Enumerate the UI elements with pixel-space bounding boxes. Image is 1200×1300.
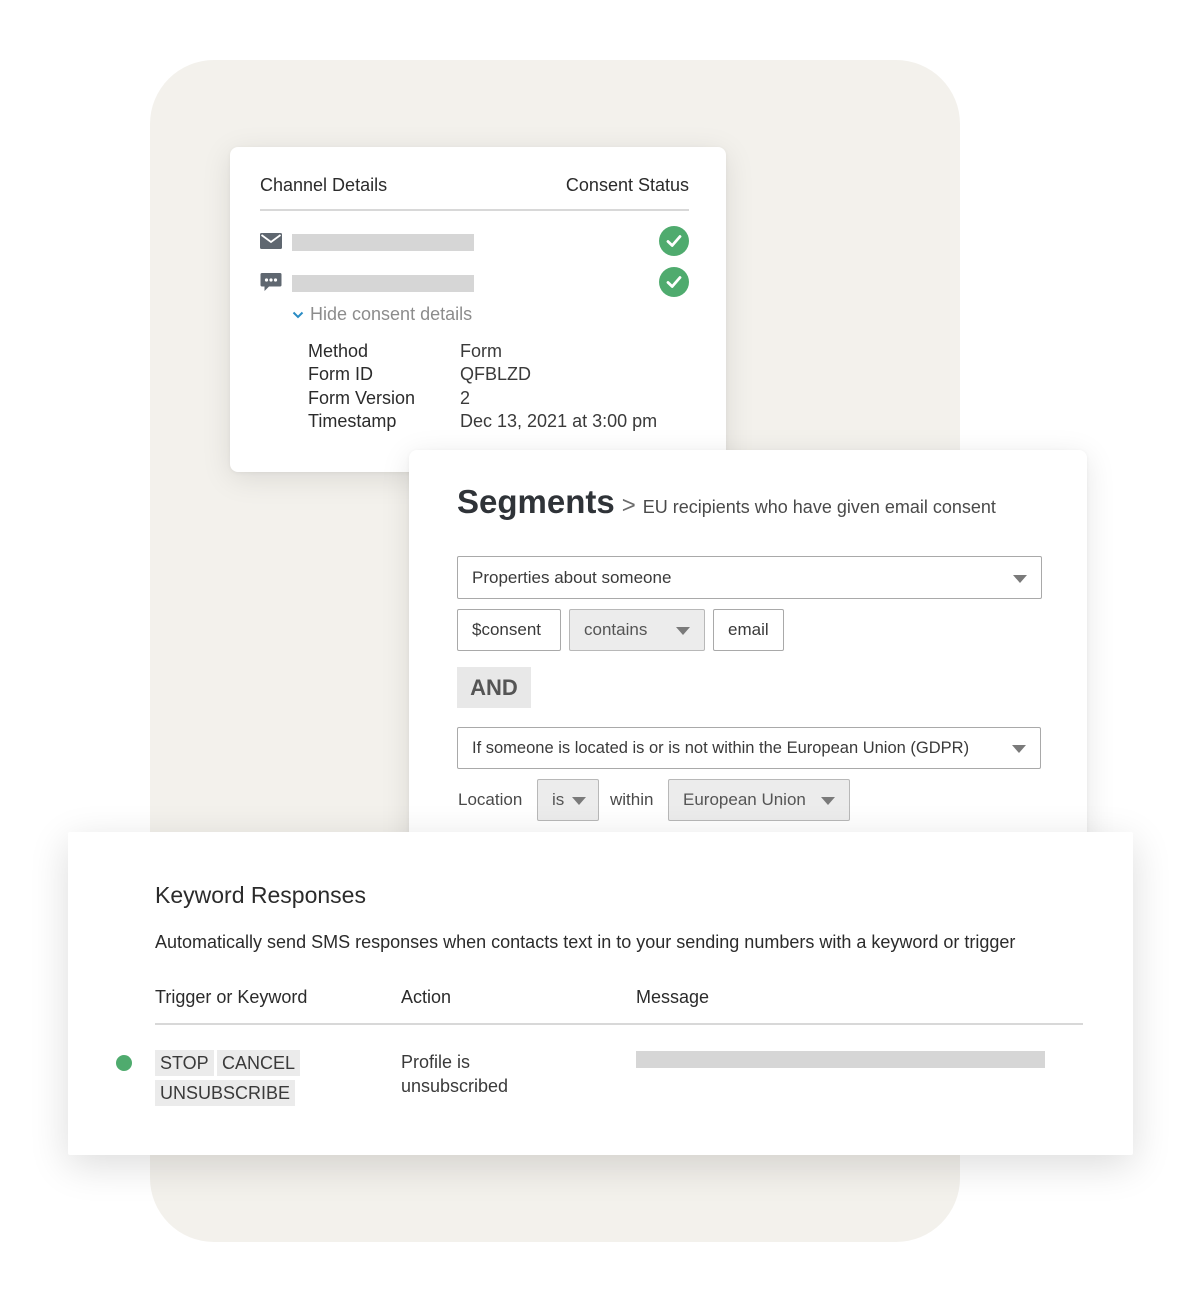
channel-row-sms bbox=[260, 267, 689, 297]
channel-details-card: Channel Details Consent Status Hide cons… bbox=[230, 147, 726, 472]
consent-status-heading: Consent Status bbox=[565, 175, 689, 195]
keyword-tag[interactable]: CANCEL bbox=[217, 1050, 301, 1076]
check-circle-icon bbox=[659, 267, 689, 297]
segments-breadcrumb: Segments > EU recipients who have given … bbox=[457, 483, 996, 521]
consent-detail-row: Form ID QFBLZD bbox=[308, 363, 657, 386]
consent-detail-row: Form Version 2 bbox=[308, 387, 657, 410]
operator-value: contains bbox=[584, 620, 648, 639]
column-header-action: Action bbox=[401, 987, 452, 1007]
chevron-down-icon bbox=[292, 311, 304, 318]
caret-down-icon bbox=[1012, 745, 1026, 753]
segment-name: EU recipients who have given email conse… bbox=[642, 497, 996, 517]
keyword-table-header: Trigger or Keyword Action Message bbox=[155, 987, 1083, 1025]
segments-card: Segments > EU recipients who have given … bbox=[409, 450, 1087, 858]
location-label: Location bbox=[458, 790, 523, 809]
consent-detail-value: Dec 13, 2021 at 3:00 pm bbox=[460, 410, 658, 431]
chat-bubble-icon bbox=[260, 273, 282, 291]
column-header-message: Message bbox=[636, 987, 710, 1007]
value-text: email bbox=[728, 620, 769, 639]
caret-down-icon bbox=[821, 797, 835, 805]
keyword-tag[interactable]: UNSUBSCRIBE bbox=[155, 1080, 296, 1106]
location-operator-value: is bbox=[552, 790, 565, 809]
consent-detail-label: Method bbox=[308, 341, 369, 361]
consent-detail-label: Timestamp bbox=[308, 410, 397, 431]
caret-down-icon bbox=[1013, 575, 1027, 583]
consent-detail-label: Form ID bbox=[308, 364, 373, 385]
channel-details-heading: Channel Details bbox=[260, 175, 388, 195]
keyword-responses-card: Keyword Responses Automatically send SMS… bbox=[68, 832, 1133, 1155]
channel-value-placeholder bbox=[292, 275, 474, 292]
value-field[interactable]: email bbox=[713, 609, 784, 651]
breadcrumb-separator: > bbox=[621, 492, 636, 519]
caret-down-icon bbox=[572, 797, 586, 805]
keyword-tag[interactable]: STOP bbox=[155, 1050, 214, 1076]
property-field[interactable]: $consent bbox=[457, 609, 561, 651]
channel-table-header: Channel Details Consent Status bbox=[260, 175, 689, 211]
active-status-dot bbox=[116, 1055, 132, 1071]
consent-detail-value: Form bbox=[460, 341, 502, 361]
consent-detail-row: Method Form bbox=[308, 340, 657, 363]
region-select[interactable]: European Union bbox=[668, 779, 850, 821]
channel-row-email bbox=[260, 226, 689, 256]
keyword-action: Profile is unsubscribed bbox=[401, 1052, 509, 1096]
consent-detail-row: Timestamp Dec 13, 2021 at 3:00 pm bbox=[308, 410, 657, 433]
check-circle-icon bbox=[659, 226, 689, 256]
condition-type-value: Properties about someone bbox=[472, 567, 672, 587]
location-operator-select[interactable]: is bbox=[537, 779, 599, 821]
consent-detail-value: QFBLZD bbox=[460, 364, 532, 385]
message-placeholder bbox=[636, 1051, 1045, 1068]
segments-title[interactable]: Segments bbox=[457, 483, 615, 521]
and-operator-badge[interactable]: AND bbox=[457, 667, 531, 708]
operator-select[interactable]: contains bbox=[569, 609, 705, 651]
caret-down-icon bbox=[676, 627, 690, 635]
consent-detail-label: Form Version bbox=[308, 387, 416, 408]
hide-consent-details-label: Hide consent details bbox=[310, 304, 473, 324]
gdpr-condition-select[interactable]: If someone is located is or is not withi… bbox=[457, 727, 1041, 769]
hide-consent-details-link[interactable]: Hide consent details bbox=[292, 304, 472, 325]
property-value: $consent bbox=[472, 620, 541, 639]
consent-details-table: Method Form Form ID QFBLZD Form Version … bbox=[308, 340, 657, 433]
envelope-icon bbox=[260, 233, 282, 249]
gdpr-condition-value: If someone is located is or is not withi… bbox=[472, 738, 970, 757]
keyword-responses-title: Keyword Responses bbox=[155, 882, 366, 908]
condition-type-select[interactable]: Properties about someone bbox=[457, 556, 1042, 599]
keyword-responses-description: Automatically send SMS responses when co… bbox=[155, 932, 1016, 952]
consent-detail-value: 2 bbox=[460, 387, 471, 408]
channel-value-placeholder bbox=[292, 234, 474, 251]
column-header-trigger: Trigger or Keyword bbox=[155, 987, 308, 1007]
region-value: European Union bbox=[683, 790, 806, 809]
within-label: within bbox=[610, 790, 654, 809]
